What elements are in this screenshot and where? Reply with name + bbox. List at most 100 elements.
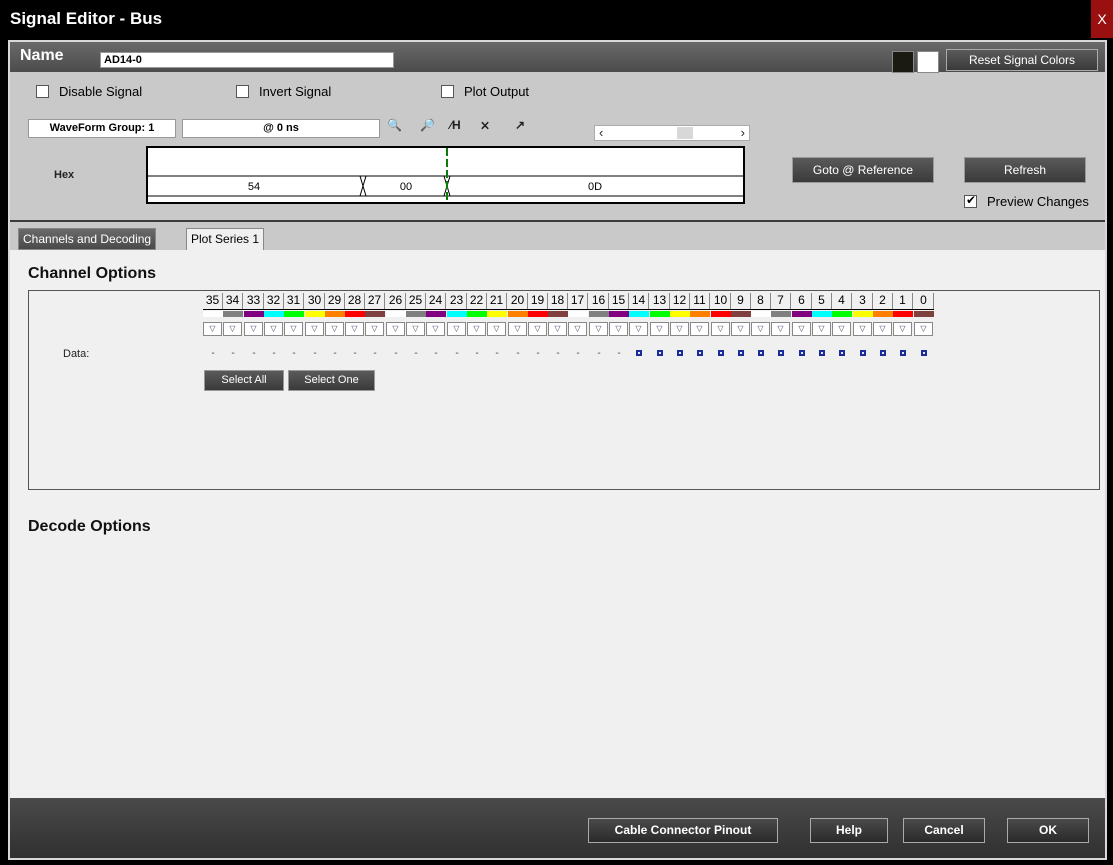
channel-trigger-dropdown-icon[interactable]: ▽ <box>406 322 425 336</box>
channel-color[interactable] <box>731 311 751 317</box>
channel-color[interactable] <box>589 311 609 317</box>
channel-color[interactable] <box>751 311 771 317</box>
channel-color[interactable] <box>467 311 487 317</box>
channel-color[interactable] <box>670 311 690 317</box>
channel-data-unselected[interactable]: - <box>244 346 264 362</box>
cancel-button[interactable]: Cancel <box>903 818 985 843</box>
channel-trigger-dropdown-icon[interactable]: ▽ <box>670 322 689 336</box>
channel-data-unselected[interactable]: - <box>284 346 304 362</box>
channel-data-unselected[interactable]: - <box>426 346 446 362</box>
time-field[interactable]: @ 0 ns <box>182 119 380 138</box>
scroll-right-icon[interactable]: › <box>741 125 745 140</box>
goto-reference-button[interactable]: Goto @ Reference <box>792 157 934 183</box>
disable-signal-box[interactable] <box>36 85 49 98</box>
channel-data-unselected[interactable]: - <box>305 346 325 362</box>
channel-color[interactable] <box>914 311 934 317</box>
channel-data-unselected[interactable]: - <box>447 346 467 362</box>
channel-color[interactable] <box>873 311 893 317</box>
channel-data-unselected[interactable]: - <box>223 346 243 362</box>
channel-data-selected[interactable] <box>751 346 771 362</box>
channel-data-unselected[interactable]: - <box>406 346 426 362</box>
channel-trigger-dropdown-icon[interactable]: ▽ <box>508 322 527 336</box>
channel-color[interactable] <box>264 311 284 317</box>
plot-output-checkbox[interactable]: Plot Output <box>441 84 529 99</box>
channel-trigger-dropdown-icon[interactable]: ▽ <box>873 322 892 336</box>
channel-color[interactable] <box>568 311 588 317</box>
waveform-group-field[interactable]: WaveForm Group: 1 <box>28 119 176 138</box>
channel-color[interactable] <box>223 311 243 317</box>
channel-data-unselected[interactable]: - <box>203 346 223 362</box>
reset-signal-colors-button[interactable]: Reset Signal Colors <box>946 49 1098 71</box>
channel-trigger-dropdown-icon[interactable]: ▽ <box>711 322 730 336</box>
channel-data-unselected[interactable]: - <box>264 346 284 362</box>
channel-data-selected[interactable] <box>873 346 893 362</box>
select-one-button[interactable]: Select One <box>288 370 375 391</box>
channel-data-selected[interactable] <box>670 346 690 362</box>
channel-trigger-dropdown-icon[interactable]: ▽ <box>812 322 831 336</box>
channel-color[interactable] <box>812 311 832 317</box>
channel-trigger-dropdown-icon[interactable]: ▽ <box>487 322 506 336</box>
channel-color[interactable] <box>792 311 812 317</box>
channel-color[interactable] <box>284 311 304 317</box>
channel-data-unselected[interactable]: - <box>528 346 548 362</box>
channel-trigger-dropdown-icon[interactable]: ▽ <box>548 322 567 336</box>
channel-color[interactable] <box>447 311 467 317</box>
channel-data-unselected[interactable]: - <box>589 346 609 362</box>
preview-changes-checkbox[interactable]: Preview Changes <box>964 193 1089 209</box>
channel-color[interactable] <box>345 311 365 317</box>
channel-data-selected[interactable] <box>690 346 710 362</box>
channel-color[interactable] <box>487 311 507 317</box>
channel-color[interactable] <box>893 311 913 317</box>
channel-trigger-dropdown-icon[interactable]: ▽ <box>650 322 669 336</box>
channel-color[interactable] <box>426 311 446 317</box>
channel-trigger-dropdown-icon[interactable]: ▽ <box>203 322 222 336</box>
channel-data-selected[interactable] <box>711 346 731 362</box>
channel-color[interactable] <box>650 311 670 317</box>
channel-trigger-dropdown-icon[interactable]: ▽ <box>832 322 851 336</box>
channel-trigger-dropdown-icon[interactable]: ▽ <box>447 322 466 336</box>
channel-trigger-dropdown-icon[interactable]: ▽ <box>528 322 547 336</box>
channel-trigger-dropdown-icon[interactable]: ▽ <box>426 322 445 336</box>
invert-signal-box[interactable] <box>236 85 249 98</box>
channel-data-selected[interactable] <box>731 346 751 362</box>
swap-markers-icon[interactable]: ⨯ <box>480 118 490 132</box>
bus-waveform-preview[interactable]: 54 00 0D <box>146 146 745 204</box>
signal-color-swatch-dark[interactable] <box>892 51 914 73</box>
channel-trigger-dropdown-icon[interactable]: ▽ <box>731 322 750 336</box>
channel-trigger-dropdown-icon[interactable]: ▽ <box>223 322 242 336</box>
channel-color[interactable] <box>629 311 649 317</box>
channel-data-selected[interactable] <box>853 346 873 362</box>
channel-data-unselected[interactable]: - <box>386 346 406 362</box>
channel-data-selected[interactable] <box>914 346 934 362</box>
invert-signal-checkbox[interactable]: Invert Signal <box>236 84 331 99</box>
channel-color[interactable] <box>609 311 629 317</box>
channel-color[interactable] <box>325 311 345 317</box>
tab-plot-series-1[interactable]: Plot Series 1 <box>186 228 265 250</box>
channel-trigger-dropdown-icon[interactable]: ▽ <box>589 322 608 336</box>
disable-signal-checkbox[interactable]: Disable Signal <box>36 84 142 99</box>
channel-data-selected[interactable] <box>893 346 913 362</box>
channel-trigger-dropdown-icon[interactable]: ▽ <box>386 322 405 336</box>
channel-data-selected[interactable] <box>650 346 670 362</box>
cable-connector-pinout-button[interactable]: Cable Connector Pinout <box>588 818 778 843</box>
channel-trigger-dropdown-icon[interactable]: ▽ <box>853 322 872 336</box>
channel-trigger-dropdown-icon[interactable]: ▽ <box>609 322 628 336</box>
channel-data-unselected[interactable]: - <box>568 346 588 362</box>
channel-trigger-dropdown-icon[interactable]: ▽ <box>629 322 648 336</box>
channel-color[interactable] <box>305 311 325 317</box>
channel-trigger-dropdown-icon[interactable]: ▽ <box>771 322 790 336</box>
channel-data-selected[interactable] <box>629 346 649 362</box>
zoom-in-out-icon[interactable]: 🔎 <box>420 118 435 132</box>
channel-data-unselected[interactable]: - <box>467 346 487 362</box>
channel-color[interactable] <box>244 311 264 317</box>
channel-trigger-dropdown-icon[interactable]: ▽ <box>345 322 364 336</box>
channel-trigger-dropdown-icon[interactable]: ▽ <box>751 322 770 336</box>
channel-data-unselected[interactable]: - <box>345 346 365 362</box>
channel-color[interactable] <box>690 311 710 317</box>
channel-color[interactable] <box>853 311 873 317</box>
channel-color[interactable] <box>711 311 731 317</box>
ok-button[interactable]: OK <box>1007 818 1089 843</box>
channel-color[interactable] <box>548 311 568 317</box>
scroll-thumb[interactable] <box>677 127 693 139</box>
channel-color[interactable] <box>508 311 528 317</box>
